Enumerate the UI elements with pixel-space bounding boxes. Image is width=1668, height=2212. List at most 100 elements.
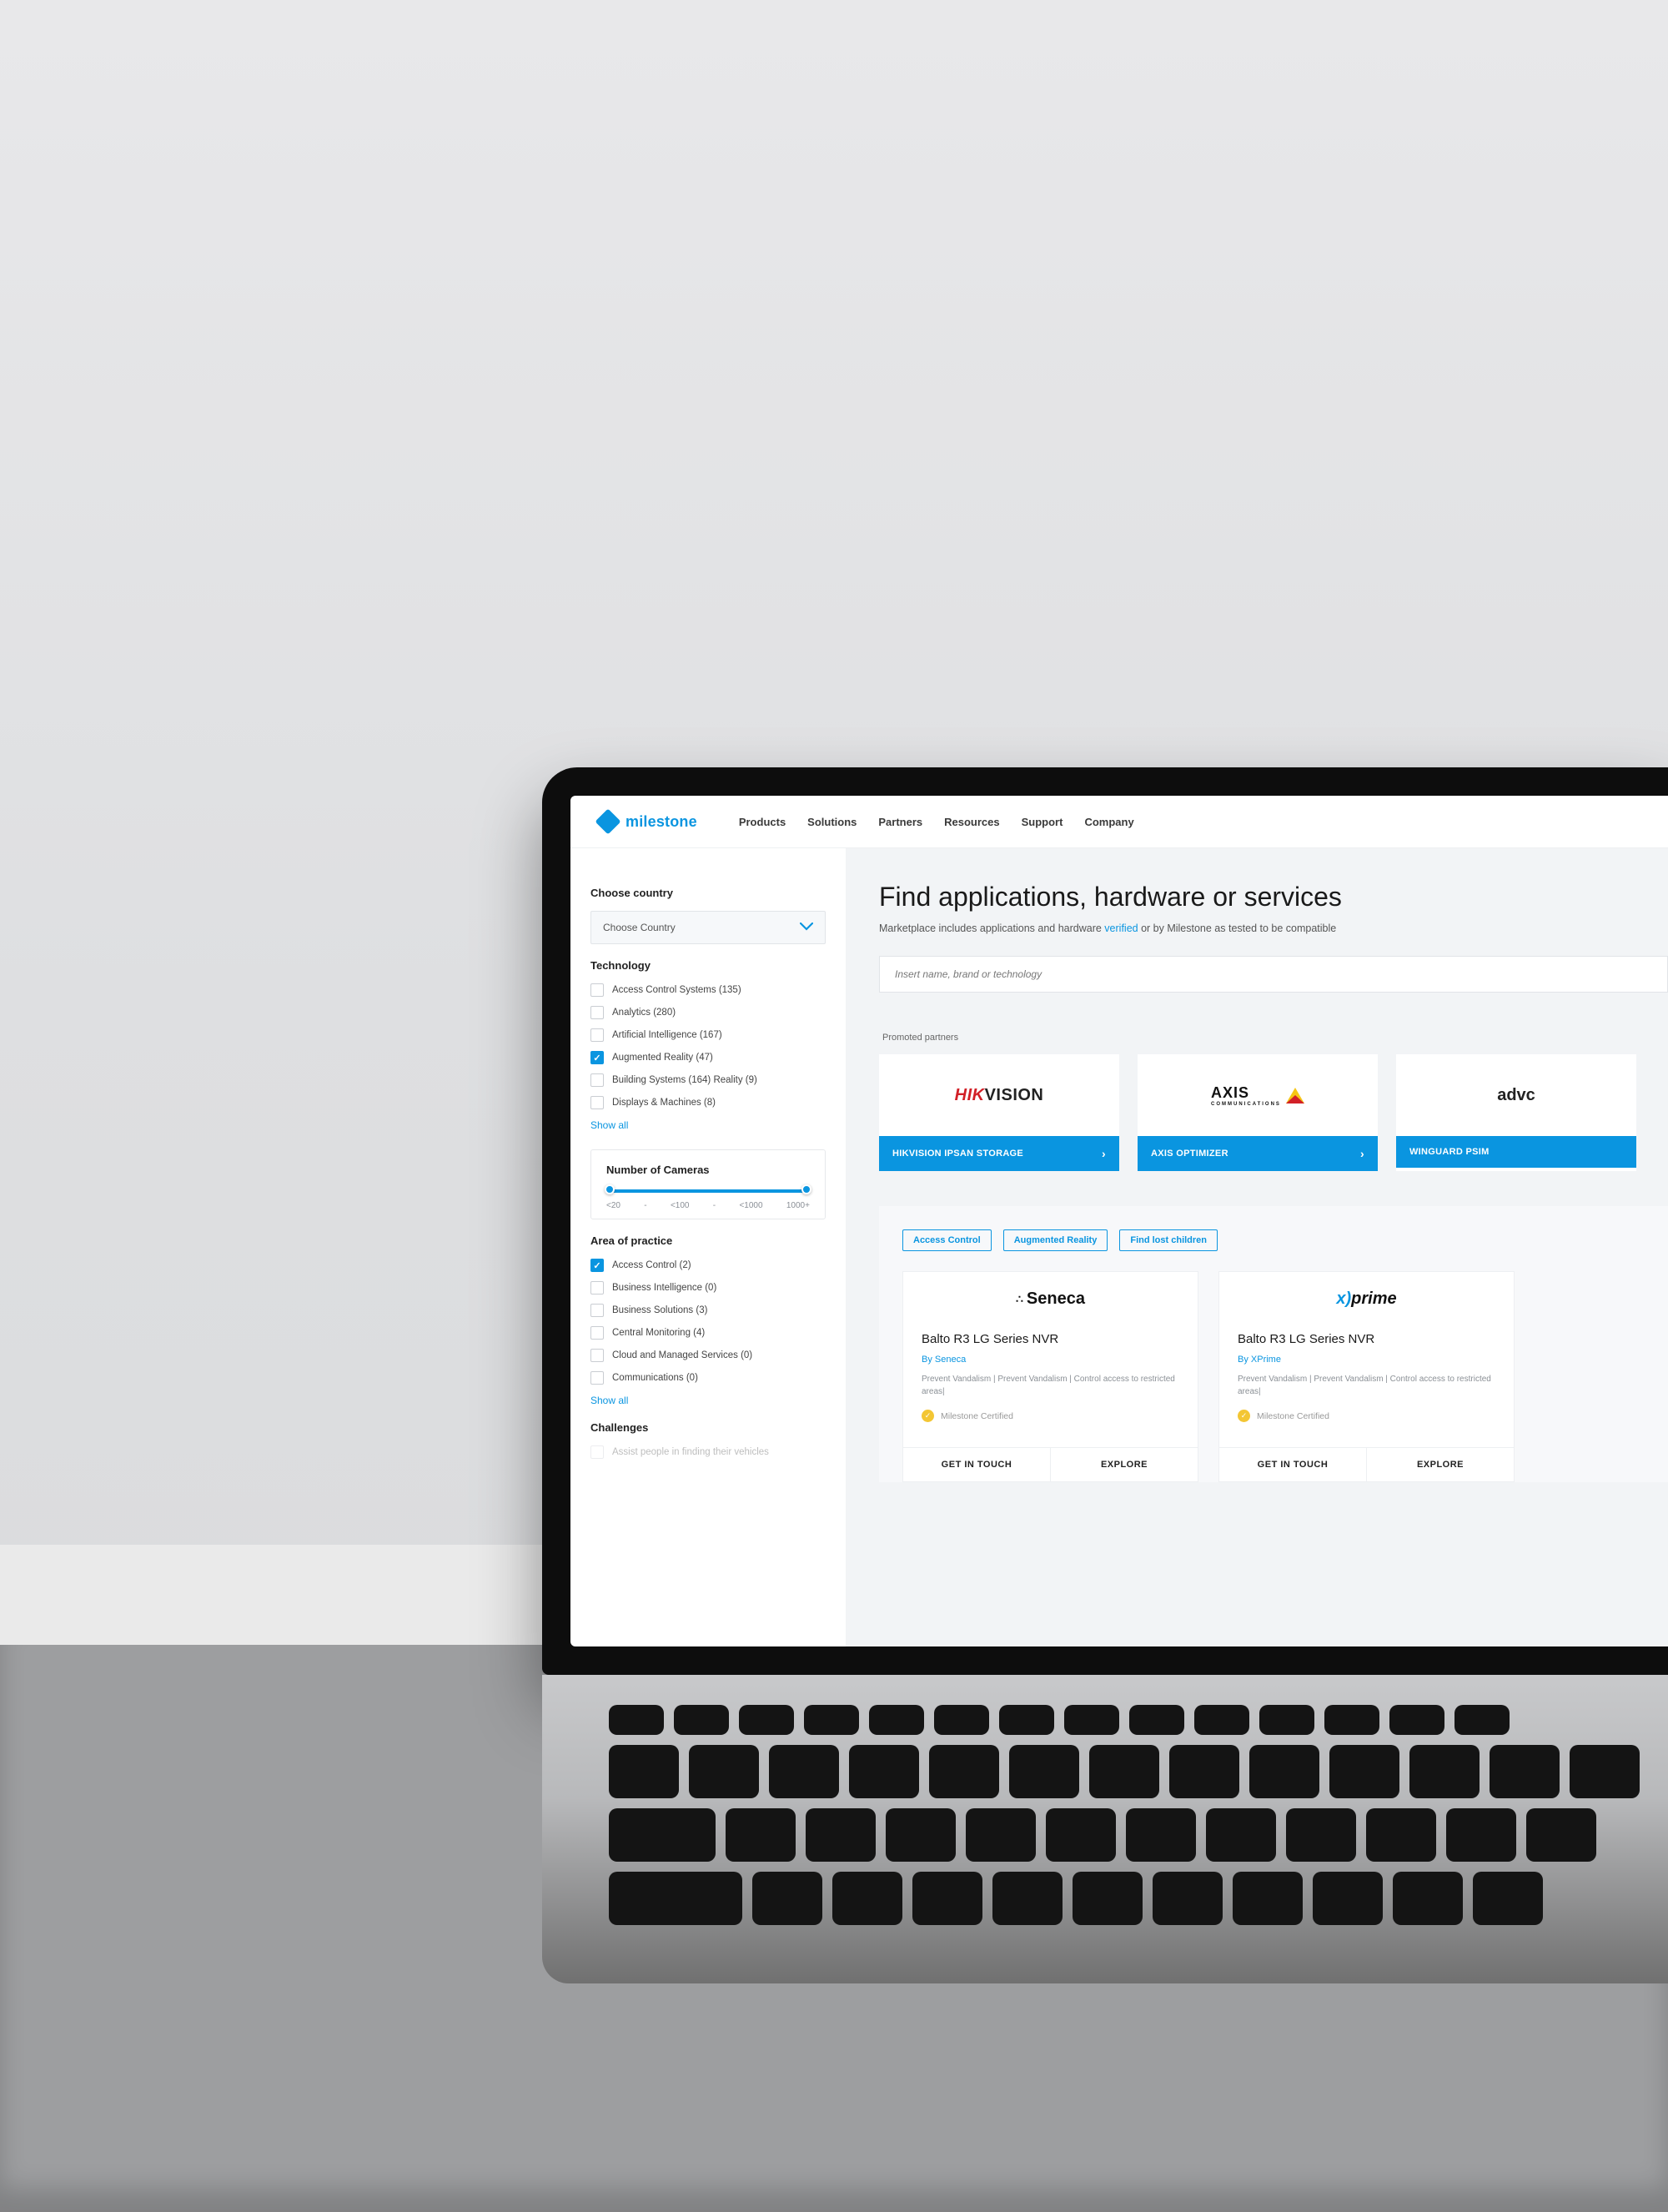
- logo-diamond-icon: [595, 808, 620, 834]
- camera-slider-card: Number of Cameras <20 - <100 -: [590, 1149, 826, 1219]
- nav-resources[interactable]: Resources: [944, 816, 999, 828]
- country-select[interactable]: Choose Country: [590, 911, 826, 944]
- tech-item[interactable]: Artificial Intelligence (167): [590, 1028, 826, 1042]
- chevron-right-icon: ›: [1102, 1147, 1106, 1160]
- get-in-touch-button[interactable]: GET IN TOUCH: [903, 1448, 1051, 1481]
- checkbox-icon: [590, 1326, 604, 1340]
- product-by-link[interactable]: By Seneca: [922, 1355, 1179, 1365]
- verified-link[interactable]: verified: [1104, 923, 1138, 934]
- laptop-mockup: milestone Products Solutions Partners Re…: [542, 767, 1668, 1983]
- technology-list: Access Control Systems (135) Analytics (…: [590, 983, 826, 1109]
- checkbox-icon: [590, 1445, 604, 1459]
- axis-triangle-icon: [1286, 1088, 1304, 1103]
- tech-item[interactable]: Access Control Systems (135): [590, 983, 826, 997]
- slider-thumb-min[interactable]: [605, 1184, 615, 1194]
- product-row: Seneca Balto R3 LG Series NVR By Seneca …: [902, 1271, 1668, 1482]
- area-item[interactable]: Access Control (2): [590, 1259, 826, 1272]
- advancis-logo: advc: [1396, 1054, 1636, 1136]
- area-item[interactable]: Cloud and Managed Services (0): [590, 1349, 826, 1362]
- cert-row: ✓ Milestone Certified: [1238, 1410, 1495, 1422]
- area-item[interactable]: Business Intelligence (0): [590, 1281, 826, 1295]
- tech-item[interactable]: Building Systems (164) Reality (9): [590, 1073, 826, 1087]
- get-in-touch-button[interactable]: GET IN TOUCH: [1219, 1448, 1367, 1481]
- filter-tags: Access Control Augmented Reality Find lo…: [902, 1229, 1668, 1251]
- promoted-label: Promoted partners: [879, 1033, 962, 1043]
- nav-solutions[interactable]: Solutions: [807, 816, 857, 828]
- area-list: Access Control (2) Business Intelligence…: [590, 1259, 826, 1385]
- slider-title: Number of Cameras: [606, 1164, 810, 1176]
- area-item[interactable]: Central Monitoring (4): [590, 1326, 826, 1340]
- product-by-link[interactable]: By XPrime: [1238, 1355, 1495, 1365]
- results-block: Access Control Augmented Reality Find lo…: [879, 1206, 1668, 1482]
- certified-badge-icon: ✓: [922, 1410, 934, 1422]
- page-subtitle: Marketplace includes applications and ha…: [879, 923, 1668, 934]
- axis-logo: AXISCOMMUNICATIONS: [1138, 1054, 1378, 1136]
- promoted-partners-row: HIKVISION HIKVISION IPSAN STORAGE ›: [879, 1054, 1668, 1171]
- product-desc: Prevent Vandalism | Prevent Vandalism | …: [922, 1373, 1179, 1398]
- cert-row: ✓ Milestone Certified: [922, 1410, 1179, 1422]
- tech-item[interactable]: Displays & Machines (8): [590, 1096, 826, 1109]
- checkbox-icon: [590, 1028, 604, 1042]
- nav-partners[interactable]: Partners: [878, 816, 922, 828]
- partner-band[interactable]: WINGUARD PSIM: [1396, 1136, 1636, 1168]
- checkbox-icon: [590, 983, 604, 997]
- laptop-keyboard: [542, 1675, 1668, 1983]
- checkbox-icon: [590, 1281, 604, 1295]
- explore-button[interactable]: EXPLORE: [1367, 1448, 1514, 1481]
- checkbox-icon: [590, 1096, 604, 1109]
- slider-ticks: <20 - <100 - <1000 1000+: [606, 1201, 810, 1210]
- tag-find-lost-children[interactable]: Find lost children: [1119, 1229, 1218, 1251]
- area-item[interactable]: Business Solutions (3): [590, 1304, 826, 1317]
- product-title: Balto R3 LG Series NVR: [922, 1332, 1179, 1346]
- checkbox-checked-icon: [590, 1051, 604, 1064]
- product-desc: Prevent Vandalism | Prevent Vandalism | …: [1238, 1373, 1495, 1398]
- product-title: Balto R3 LG Series NVR: [1238, 1332, 1495, 1346]
- area-item[interactable]: Communications (0): [590, 1371, 826, 1385]
- main-content: Find applications, hardware or services …: [846, 848, 1668, 1646]
- tag-augmented-reality[interactable]: Augmented Reality: [1003, 1229, 1108, 1251]
- checkbox-checked-icon: [590, 1259, 604, 1272]
- nav-company[interactable]: Company: [1084, 816, 1133, 828]
- tech-item[interactable]: Augmented Reality (47): [590, 1051, 826, 1064]
- partner-card-axis[interactable]: AXISCOMMUNICATIONS AXIS OPTIMIZER ›: [1138, 1054, 1378, 1171]
- checkbox-icon: [590, 1073, 604, 1087]
- top-nav: milestone Products Solutions Partners Re…: [570, 796, 1668, 848]
- page-title: Find applications, hardware or services: [879, 882, 1668, 912]
- area-show-all[interactable]: Show all: [590, 1395, 826, 1406]
- checkbox-icon: [590, 1304, 604, 1317]
- checkbox-icon: [590, 1006, 604, 1019]
- product-card-xprime[interactable]: x)prime Balto R3 LG Series NVR By XPrime…: [1218, 1271, 1515, 1482]
- challenges-label: Challenges: [590, 1421, 826, 1434]
- search-input[interactable]: Insert name, brand or technology: [879, 956, 1668, 993]
- camera-slider[interactable]: [608, 1189, 808, 1193]
- nav-support[interactable]: Support: [1022, 816, 1063, 828]
- partner-card-advancis[interactable]: advc WINGUARD PSIM: [1396, 1054, 1636, 1171]
- chevron-down-icon: [800, 922, 813, 933]
- tag-access-control[interactable]: Access Control: [902, 1229, 992, 1251]
- chevron-right-icon: ›: [1360, 1147, 1364, 1160]
- tech-show-all[interactable]: Show all: [590, 1119, 826, 1131]
- partner-card-hikvision[interactable]: HIKVISION HIKVISION IPSAN STORAGE ›: [879, 1054, 1119, 1171]
- area-label: Area of practice: [590, 1234, 826, 1247]
- partner-band[interactable]: HIKVISION IPSAN STORAGE ›: [879, 1136, 1119, 1171]
- brand-logo[interactable]: milestone: [599, 812, 697, 831]
- xprime-logo: x)prime: [1219, 1272, 1514, 1325]
- filter-sidebar: Choose country Choose Country Technology…: [570, 848, 846, 1646]
- slider-thumb-max[interactable]: [801, 1184, 811, 1194]
- country-select-value: Choose Country: [603, 922, 676, 933]
- checkbox-icon: [590, 1349, 604, 1362]
- checkbox-icon: [590, 1371, 604, 1385]
- seneca-logo: Seneca: [903, 1272, 1198, 1325]
- explore-button[interactable]: EXPLORE: [1051, 1448, 1198, 1481]
- product-card-seneca[interactable]: Seneca Balto R3 LG Series NVR By Seneca …: [902, 1271, 1198, 1482]
- technology-label: Technology: [590, 959, 826, 972]
- partner-band[interactable]: AXIS OPTIMIZER ›: [1138, 1136, 1378, 1171]
- brand-name: milestone: [626, 813, 697, 831]
- tech-item[interactable]: Analytics (280): [590, 1006, 826, 1019]
- challenges-list: Assist people in finding their vehicles: [590, 1445, 826, 1459]
- challenges-item[interactable]: Assist people in finding their vehicles: [590, 1445, 826, 1459]
- hikvision-logo: HIKVISION: [879, 1054, 1119, 1136]
- nav-products[interactable]: Products: [739, 816, 786, 828]
- country-label: Choose country: [590, 887, 826, 899]
- certified-badge-icon: ✓: [1238, 1410, 1250, 1422]
